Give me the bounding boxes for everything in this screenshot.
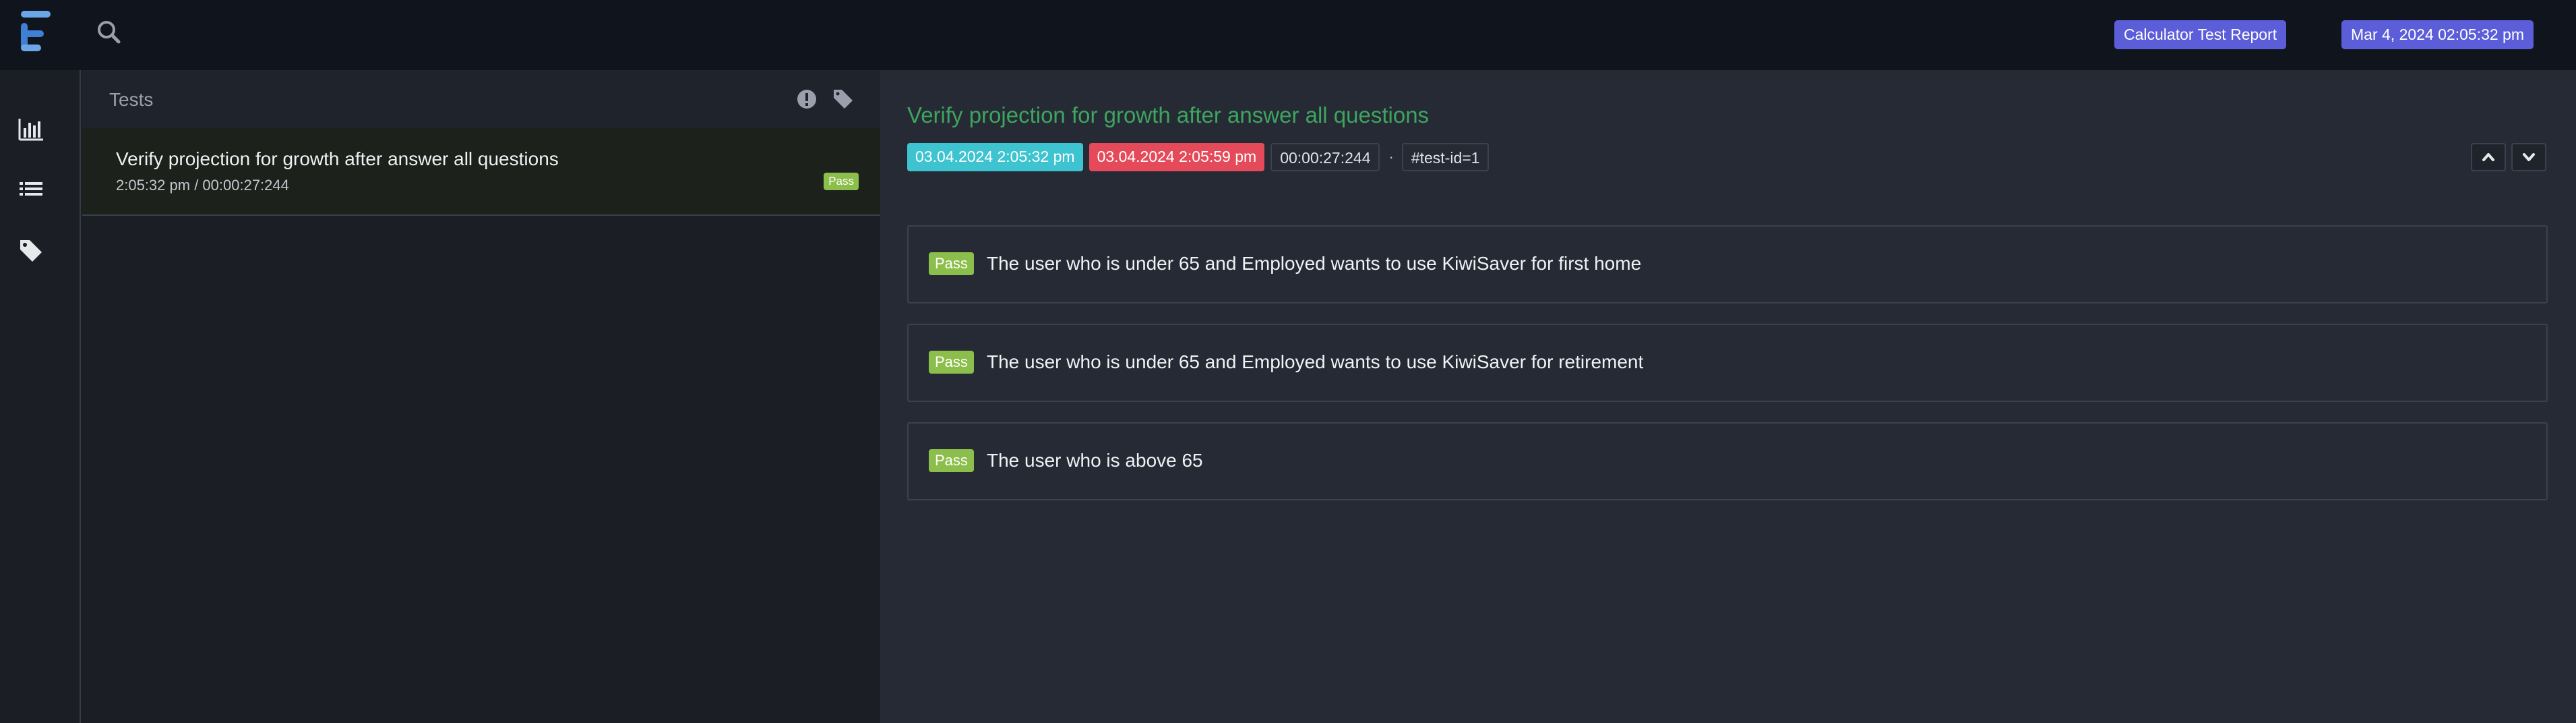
report-name-badge: Calculator Test Report <box>2114 20 2287 49</box>
start-time-chip: 03.04.2024 2:05:32 pm <box>907 143 1083 171</box>
step-status-badge: Pass <box>929 252 974 275</box>
detail-test-title: Verify projection for growth after answe… <box>907 103 1430 127</box>
test-status-badge: Pass <box>824 173 859 190</box>
test-list-item[interactable]: Verify projection for growth after answe… <box>82 128 880 216</box>
top-bar: Calculator Test Report Mar 4, 2024 02:05… <box>0 0 2576 70</box>
step-text: The user who is above 65 <box>987 450 1203 471</box>
search-icon[interactable] <box>96 19 123 46</box>
collapse-all-button[interactable] <box>2471 143 2506 171</box>
expand-all-button[interactable] <box>2511 143 2546 171</box>
test-step[interactable]: Pass The user who is under 65 and Employ… <box>907 225 2548 303</box>
chip-separator: · <box>1388 148 1394 165</box>
tests-panel: Tests Verify projection for growth after… <box>82 70 880 723</box>
step-text: The user who is under 65 and Employed wa… <box>987 253 1642 274</box>
status-filter-icon[interactable] <box>795 88 818 111</box>
chevron-up-icon <box>2482 153 2494 161</box>
test-time-duration: 2:05:32 pm / 00:00:27:244 <box>116 177 289 194</box>
report-date-badge: Mar 4, 2024 02:05:32 pm <box>2341 20 2534 49</box>
test-list-icon[interactable] <box>18 177 44 204</box>
chevron-down-icon <box>2523 153 2535 161</box>
step-status-badge: Pass <box>929 449 974 472</box>
test-name: Verify projection for growth after answe… <box>116 148 559 169</box>
sidebar <box>0 70 81 723</box>
logo-icon <box>19 9 57 57</box>
test-step[interactable]: Pass The user who is under 65 and Employ… <box>907 324 2548 402</box>
dashboard-bar-chart-icon[interactable] <box>18 116 44 143</box>
tag-filter-icon[interactable] <box>832 88 855 111</box>
test-step[interactable]: Pass The user who is above 65 <box>907 422 2548 500</box>
test-detail-panel: Verify projection for growth after answe… <box>880 70 2576 723</box>
end-time-chip: 03.04.2024 2:05:59 pm <box>1088 143 1265 171</box>
step-text: The user who is under 65 and Employed wa… <box>987 351 1644 372</box>
tests-panel-header: Tests <box>82 70 880 128</box>
tests-panel-title: Tests <box>109 89 154 110</box>
test-id-chip: #test-id=1 <box>1401 143 1490 171</box>
step-status-badge: Pass <box>929 351 974 374</box>
test-info-chips: 03.04.2024 2:05:32 pm 03.04.2024 2:05:59… <box>907 143 1495 171</box>
duration-chip: 00:00:27:244 <box>1270 143 1380 171</box>
tag-icon[interactable] <box>18 237 44 264</box>
